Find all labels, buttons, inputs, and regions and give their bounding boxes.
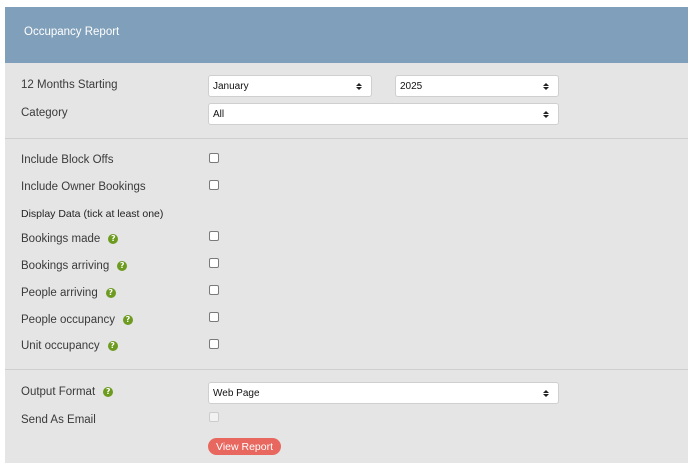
- category-label: Category: [21, 107, 68, 119]
- help-question-icon[interactable]: ?: [103, 387, 114, 397]
- help-question-icon[interactable]: ?: [108, 234, 119, 244]
- year-select-value: 2025: [400, 80, 423, 92]
- people-arriving-label-text: People arriving: [21, 287, 98, 299]
- output-format-select[interactable]: Web Page: [208, 382, 559, 404]
- include-block-offs-checkbox[interactable]: [209, 153, 219, 163]
- select-arrows-icon: [538, 82, 554, 90]
- output-format-label-text: Output Format: [21, 386, 96, 398]
- bookings-made-label-text: Bookings made: [21, 233, 101, 245]
- bookings-made-checkbox[interactable]: [209, 231, 219, 241]
- help-question-icon[interactable]: ?: [122, 315, 133, 325]
- output-format-label: Output Format ?: [21, 386, 114, 398]
- help-question-icon[interactable]: ?: [117, 261, 128, 271]
- include-owner-bookings-label: Include Owner Bookings: [21, 181, 146, 193]
- month-select[interactable]: January: [208, 75, 372, 97]
- section-divider: [5, 138, 688, 139]
- people-occupancy-label-text: People occupancy: [21, 314, 115, 326]
- report-panel: Occupancy Report 12 Months Starting Janu…: [5, 7, 688, 463]
- people-occupancy-checkbox[interactable]: [209, 312, 219, 322]
- send-as-email-label: Send As Email: [21, 414, 96, 426]
- category-select[interactable]: All: [208, 103, 559, 125]
- page-title: Occupancy Report: [24, 26, 120, 38]
- unit-occupancy-label-text: Unit occupancy: [21, 340, 100, 352]
- send-as-email-checkbox[interactable]: [209, 412, 219, 422]
- include-block-offs-label: Include Block Offs: [21, 154, 114, 166]
- month-select-value: January: [213, 80, 249, 92]
- select-arrows-icon: [538, 389, 554, 397]
- unit-occupancy-checkbox[interactable]: [209, 339, 219, 349]
- period-label: 12 Months Starting: [21, 79, 118, 91]
- include-owner-bookings-checkbox[interactable]: [209, 180, 219, 190]
- output-format-select-value: Web Page: [213, 387, 260, 399]
- people-occupancy-label: People occupancy ?: [21, 314, 133, 326]
- select-arrows-icon: [538, 110, 554, 118]
- panel-header: Occupancy Report: [5, 7, 688, 63]
- year-select[interactable]: 2025: [395, 75, 559, 97]
- section-divider: [5, 369, 688, 370]
- view-report-button[interactable]: View Report: [208, 438, 282, 455]
- people-arriving-label: People arriving ?: [21, 287, 116, 299]
- bookings-arriving-label: Bookings arriving ?: [21, 260, 128, 272]
- bookings-made-label: Bookings made ?: [21, 233, 119, 245]
- help-question-icon[interactable]: ?: [107, 341, 118, 351]
- bookings-arriving-label-text: Bookings arriving: [21, 260, 110, 272]
- category-select-value: All: [213, 108, 225, 120]
- people-arriving-checkbox[interactable]: [209, 285, 219, 295]
- bookings-arriving-checkbox[interactable]: [209, 258, 219, 268]
- display-data-heading: Display Data (tick at least one): [21, 208, 164, 220]
- help-question-icon[interactable]: ?: [105, 288, 116, 298]
- select-arrows-icon: [351, 82, 367, 90]
- unit-occupancy-label: Unit occupancy ?: [21, 340, 118, 352]
